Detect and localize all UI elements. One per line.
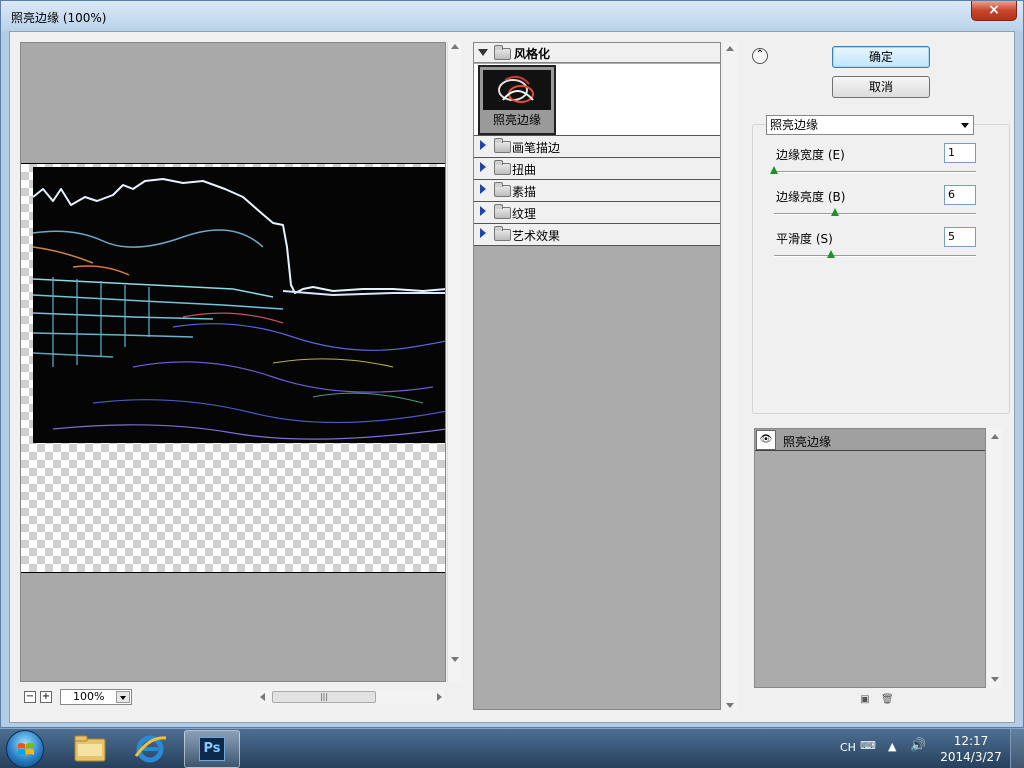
taskbar: Ps CH ⌨ ▲ 🔊 12:17 2014/3/27 — [0, 728, 1024, 768]
preview-vertical-scrollbar[interactable] — [447, 42, 461, 682]
clock-time: 12:17 — [953, 734, 989, 748]
filter-type-select[interactable]: 照亮边缘 — [766, 115, 974, 135]
smoothness-slider-knob[interactable] — [826, 250, 835, 258]
scroll-thumb[interactable]: ||| — [272, 691, 376, 703]
taskbar-explorer-button[interactable] — [62, 730, 118, 768]
windows-logo-icon — [18, 743, 34, 755]
smoothness-input[interactable]: 5 — [944, 227, 976, 247]
folder-open-icon — [494, 45, 511, 60]
dialog-client-area: − + 100% ||| 风格化 照亮边缘 画笔描边 扭曲 素描 纹理 艺术效果… — [9, 31, 1015, 723]
clock-date: 2014/3/27 — [940, 750, 1002, 764]
folder-icon — [494, 138, 511, 153]
taskbar-ie-button[interactable] — [122, 730, 178, 768]
category-artistic[interactable]: 艺术效果 — [474, 224, 720, 246]
zoom-in-button[interactable]: + — [40, 691, 52, 703]
chevron-down-icon[interactable] — [961, 123, 969, 128]
collapsed-triangle-icon[interactable] — [480, 162, 486, 172]
new-effect-layer-icon[interactable]: ▣ — [859, 694, 871, 706]
collapsed-triangle-icon[interactable] — [480, 184, 486, 194]
chevron-down-icon[interactable] — [116, 691, 130, 703]
cancel-button[interactable]: 取消 — [832, 76, 930, 98]
ie-icon — [134, 735, 167, 763]
edge-width-slider[interactable] — [774, 171, 976, 173]
layers-vertical-scrollbar[interactable] — [988, 428, 1002, 688]
filter-gallery-tree: 风格化 照亮边缘 画笔描边 扭曲 素描 纹理 艺术效果 — [473, 42, 721, 710]
category-label: 艺术效果 — [512, 229, 561, 243]
preview-image — [33, 167, 445, 443]
collapsed-triangle-icon[interactable] — [480, 140, 486, 150]
scroll-down-arrow-icon[interactable] — [991, 677, 999, 682]
taskbar-photoshop-button[interactable]: Ps — [184, 730, 240, 768]
close-button[interactable]: × — [971, 1, 1017, 21]
edge-brightness-slider[interactable] — [774, 213, 976, 215]
smoothness-label: 平滑度 (S) — [776, 232, 833, 246]
preview-canvas[interactable] — [20, 42, 446, 682]
edge-width-input[interactable]: 1 — [944, 143, 976, 163]
category-label: 素描 — [512, 185, 537, 199]
scroll-right-arrow-icon[interactable] — [437, 693, 442, 701]
preview-horizontal-scrollbar[interactable]: ||| — [258, 690, 444, 704]
category-texture[interactable]: 纹理 — [474, 202, 720, 224]
zoom-out-button[interactable]: − — [24, 691, 36, 703]
system-clock[interactable]: 12:17 2014/3/27 — [940, 733, 1002, 765]
trash-icon[interactable]: 🗑 — [881, 694, 894, 706]
category-label: 扭曲 — [512, 163, 537, 177]
category-label: 画笔描边 — [512, 141, 561, 155]
eye-icon[interactable]: 👁 — [756, 430, 776, 450]
edge-brightness-slider-knob[interactable] — [830, 208, 839, 216]
collapse-gallery-button[interactable]: ⌃ — [752, 48, 768, 64]
category-brush-strokes[interactable]: 画笔描边 — [474, 136, 720, 158]
show-desktop-button[interactable] — [1010, 729, 1024, 768]
folder-icon — [494, 182, 511, 197]
edge-brightness-label: 边缘亮度 (B) — [776, 190, 846, 204]
keyboard-icon[interactable]: ⌨ — [860, 739, 876, 752]
effect-layer-label: 照亮边缘 — [783, 435, 832, 449]
effect-layer-row[interactable]: 👁 照亮边缘 — [755, 429, 985, 451]
filter-settings-group — [752, 124, 1010, 414]
edge-width-label: 边缘宽度 (E) — [776, 148, 845, 162]
scroll-left-arrow-icon[interactable] — [260, 693, 265, 701]
ok-button[interactable]: 确定 — [832, 46, 930, 68]
window-title: 照亮边缘 (100%) — [11, 11, 107, 25]
scroll-up-arrow-icon[interactable] — [991, 434, 999, 439]
edge-brightness-input[interactable]: 6 — [944, 185, 976, 205]
scroll-up-arrow-icon[interactable] — [451, 44, 459, 49]
filter-thumb-glowing-edges[interactable]: 照亮边缘 — [478, 65, 556, 135]
category-label: 纹理 — [512, 207, 537, 221]
zoom-level-value: 100% — [73, 690, 105, 703]
filter-gallery-window: 照亮边缘 (100%) × − + 100% ||| 风格化 照亮边缘 画笔描边… — [0, 0, 1024, 728]
scroll-up-arrow-icon[interactable] — [726, 46, 734, 51]
filter-thumbnails: 照亮边缘 — [474, 64, 720, 136]
zoom-bar: − + 100% ||| — [20, 687, 446, 707]
scroll-down-arrow-icon[interactable] — [451, 657, 459, 662]
filter-thumb-label: 照亮边缘 — [492, 113, 541, 127]
expanded-triangle-icon[interactable] — [478, 49, 488, 56]
start-button[interactable] — [6, 730, 44, 768]
category-distort[interactable]: 扭曲 — [474, 158, 720, 180]
gallery-vertical-scrollbar[interactable] — [723, 42, 737, 710]
effect-layers-panel: 👁 照亮边缘 — [754, 428, 986, 688]
filter-thumbnail-image — [483, 70, 551, 110]
ps-icon: Ps — [199, 737, 225, 761]
category-sketch[interactable]: 素描 — [474, 180, 720, 202]
folder-icon — [494, 204, 511, 219]
category-stylize[interactable]: 风格化 — [474, 43, 720, 63]
scroll-down-arrow-icon[interactable] — [726, 703, 734, 708]
collapsed-triangle-icon[interactable] — [480, 206, 486, 216]
category-label: 风格化 — [514, 47, 551, 61]
zoom-level-select[interactable]: 100% — [60, 689, 132, 705]
folder-icon — [494, 160, 511, 175]
smoothness-slider[interactable] — [774, 255, 976, 257]
title-bar[interactable]: 照亮边缘 (100%) × — [1, 1, 1023, 31]
collapsed-triangle-icon[interactable] — [480, 228, 486, 238]
edge-width-slider-knob[interactable] — [770, 166, 778, 174]
filter-type-value: 照亮边缘 — [770, 118, 819, 132]
folder-icon — [74, 735, 106, 762]
tray-expand-icon[interactable]: ▲ — [888, 740, 896, 753]
language-indicator[interactable]: CH — [840, 741, 856, 754]
volume-icon[interactable]: 🔊 — [910, 738, 926, 753]
folder-icon — [494, 226, 511, 241]
